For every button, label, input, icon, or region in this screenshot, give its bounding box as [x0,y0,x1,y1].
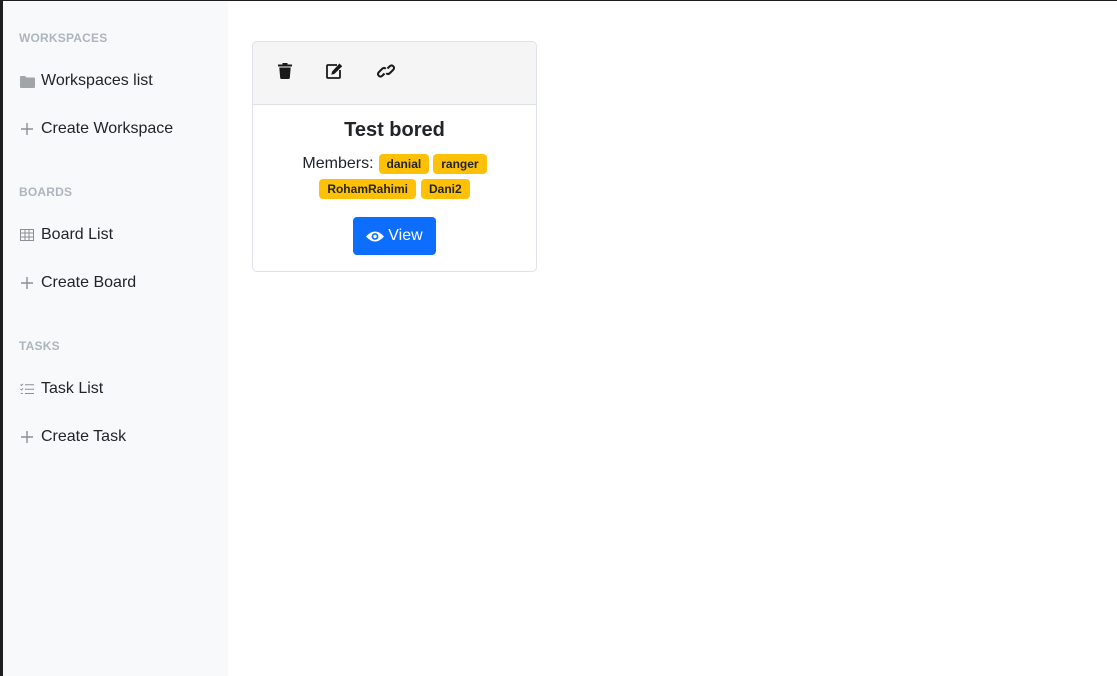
trash-icon [278,62,292,84]
delete-button[interactable] [271,59,299,87]
sidebar: WORKSPACES Workspaces list Create Worksp… [3,1,228,676]
member-badge: RohamRahimi [319,179,416,199]
board-card: Test bored Members: danial ranger RohamR… [252,41,537,272]
sidebar-item-task-list[interactable]: Task List [19,377,103,401]
sidebar-item-label: Workspaces list [41,72,153,89]
plus-icon [19,121,35,137]
eye-icon [366,230,385,243]
copy-link-button[interactable] [372,59,400,87]
folder-icon [19,73,35,89]
sidebar-item-label: Board List [41,226,114,243]
member-badge: danial [378,154,430,174]
sidebar-heading-tasks: TASKS [19,339,60,353]
sidebar-item-board-list[interactable]: Board List [19,223,113,247]
sidebar-item-create-workspace[interactable]: Create Workspace [19,117,173,141]
plus-icon [19,429,35,445]
edit-button[interactable] [320,59,348,87]
sidebar-item-label: Create Task [41,428,127,445]
members-label: Members: [302,155,374,172]
sidebar-item-create-task[interactable]: Create Task [19,425,126,449]
edit-icon [325,63,343,84]
sidebar-item-label: Create Workspace [41,120,174,137]
member-badge: ranger [433,154,487,174]
sidebar-item-workspaces-list[interactable]: Workspaces list [19,69,153,93]
sidebar-item-create-board[interactable]: Create Board [19,271,136,295]
sidebar-heading-workspaces: WORKSPACES [19,31,108,45]
view-button[interactable]: View [353,217,436,255]
card-header [253,42,536,105]
members-row: RohamRahimi Dani2 [253,179,536,199]
sidebar-item-label: Create Board [41,274,137,291]
sidebar-item-label: Task List [41,380,104,397]
table-icon [19,227,35,243]
plus-icon [19,275,35,291]
link-icon [376,63,396,84]
app-viewport: WORKSPACES Workspaces list Create Worksp… [3,1,1117,676]
view-button-label: View [388,227,423,244]
member-badge: Dani2 [421,179,470,199]
task-list-icon [19,381,35,397]
members-row: Members: danial ranger [253,154,536,174]
board-title: Test bored [344,119,445,141]
sidebar-heading-boards: BOARDS [19,185,73,199]
